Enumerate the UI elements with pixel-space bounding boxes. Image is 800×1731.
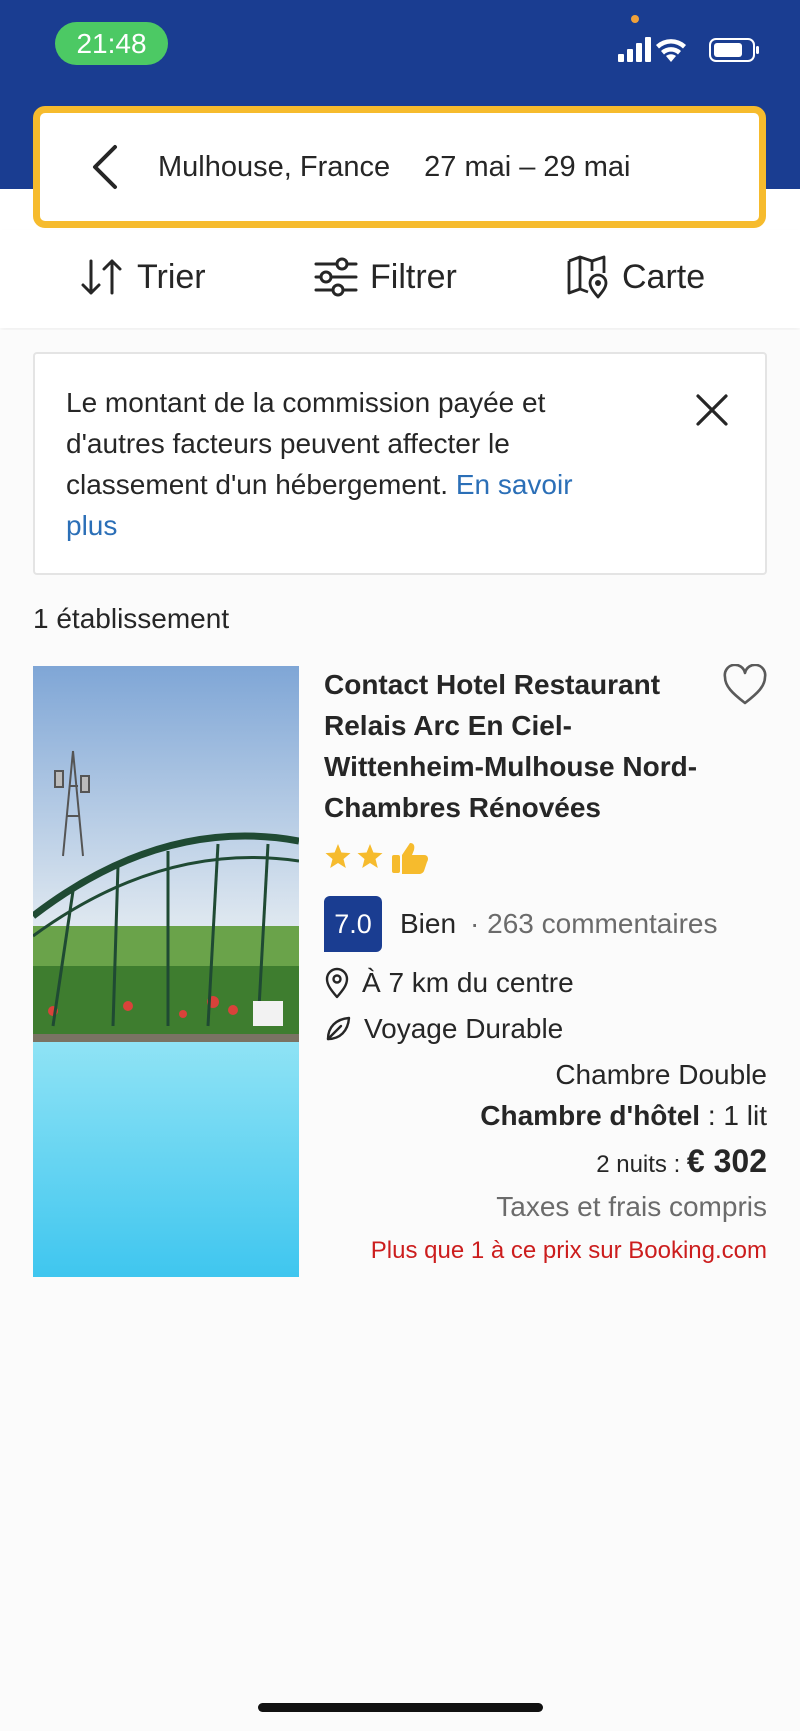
bed-count: : 1 lit (700, 1100, 767, 1131)
close-notice-button[interactable] (692, 390, 732, 430)
favorite-button[interactable] (722, 663, 768, 706)
star-icon (357, 844, 383, 868)
room-type: Chambre Double (555, 1059, 767, 1090)
search-dates[interactable]: 27 mai – 29 mai (424, 151, 630, 184)
map-pin-icon (567, 255, 608, 299)
hotel-name[interactable]: Contact Hotel Restaurant Relais Arc En C… (324, 664, 704, 828)
filter-label: Filtrer (370, 257, 457, 296)
sort-icon (81, 259, 122, 295)
hotel-rating (324, 841, 434, 877)
distance-text: À 7 km du centre (362, 967, 574, 998)
close-icon (696, 394, 728, 426)
map-button[interactable]: Carte (566, 252, 705, 302)
sustainability-row[interactable]: Voyage Durable (324, 1013, 563, 1045)
review-score-badge: 7.0 (324, 896, 382, 952)
status-icons (618, 34, 768, 73)
hotel-photo[interactable] (33, 666, 299, 1277)
sort-label: Trier (137, 257, 206, 296)
review-score-row[interactable]: 7.0 Bien · 263 commentaires (324, 896, 717, 952)
privacy-indicator (631, 15, 639, 23)
review-count: · 263 commentaires (470, 908, 718, 939)
search-summary-bar[interactable]: Mulhouse, France 27 mai – 29 mai (33, 106, 766, 228)
chevron-left-icon (93, 145, 117, 189)
results-toolbar: Trier Filtrer Carte (0, 230, 800, 328)
back-button[interactable] (70, 132, 140, 202)
home-indicator[interactable] (258, 1703, 543, 1712)
price-line: 2 nuits : € 302 (596, 1143, 767, 1180)
taxes-note: Taxes et frais compris (496, 1191, 767, 1222)
total-price: € 302 (686, 1143, 767, 1179)
location-pin-icon (325, 967, 349, 999)
battery-icon (709, 38, 759, 62)
thumbs-up-icon (392, 843, 428, 874)
heart-icon (723, 663, 767, 705)
star-icon (325, 844, 351, 868)
availability-warning: Plus que 1 à ce prix sur Booking.com (370, 1237, 767, 1264)
notice-text: Le montant de la commission payée et d'a… (66, 382, 606, 546)
results-count: 1 établissement (33, 603, 230, 634)
cellular-signal-icon (618, 37, 651, 62)
sort-button[interactable]: Trier (79, 252, 206, 302)
filter-button[interactable]: Filtrer (314, 252, 457, 302)
sustainability-text: Voyage Durable (364, 1013, 564, 1044)
pool-photo (33, 666, 299, 1277)
distance-row: À 7 km du centre (324, 967, 574, 999)
room-bed-info: Chambre d'hôtel : 1 lit (480, 1100, 767, 1132)
review-score-word: Bien (400, 908, 457, 939)
status-time: 21:48 (55, 22, 168, 65)
filter-icon (314, 257, 358, 297)
ranking-notice: Le montant de la commission payée et d'a… (33, 352, 767, 575)
nights-count: 2 nuits : (596, 1151, 687, 1178)
leaf-icon (326, 1016, 351, 1041)
search-destination[interactable]: Mulhouse, France (158, 151, 390, 184)
room-category: Chambre d'hôtel (480, 1100, 701, 1131)
wifi-icon (656, 39, 686, 62)
map-label: Carte (622, 257, 706, 296)
